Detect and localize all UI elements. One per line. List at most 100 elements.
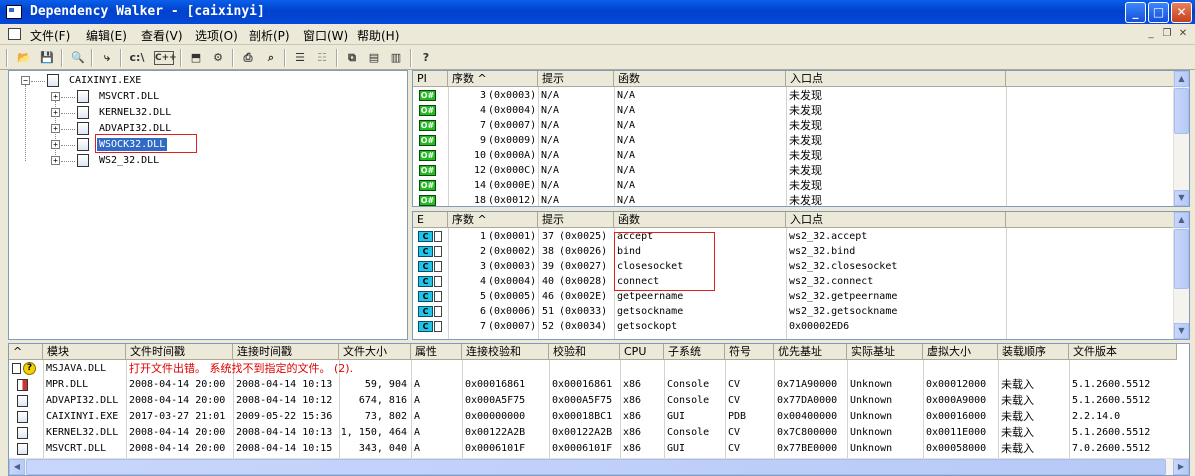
module-row[interactable]: MSVCRT.DLL 2008-04-14 20:00 2008-04-14 10:… [9,441,1177,457]
export-row[interactable]: C 4 (0x0004) 40 (0x0028) connect ws2_32.connec… [413,274,1175,289]
imports-scrollbar[interactable]: ▲ ▼ [1173,71,1189,206]
module-col-header[interactable]: 文件版本 [1069,344,1177,360]
module-col-header[interactable]: 优先基址 [774,344,847,360]
imports-pane[interactable]: PI 序数 ^ 提示 函数 入口点 O# 3 (0x0003) N/A N/A 未发现 O#… [412,70,1190,207]
module-col-header[interactable]: 属性 [411,344,462,360]
properties-icon[interactable]: ☷ [312,48,332,68]
export-row[interactable]: C 2 (0x0002) 38 (0x0026) bind ws2_32.bind [413,244,1175,259]
menu-profile[interactable]: 剖析(P) [249,27,290,44]
module-row[interactable]: KERNEL32.DLL 2008-04-14 20:00 2008-04-14 1… [9,425,1177,441]
close-button[interactable]: ✕ [1171,2,1192,23]
tree-root[interactable]: − CAIXINYI.EXE [9,73,399,89]
export-row[interactable]: C 3 (0x0003) 39 (0x0027) closesocket ws2_32.cl… [413,259,1175,274]
minimize-button[interactable]: _ [1125,2,1146,23]
module-col-header[interactable]: 文件时间戳 [126,344,233,360]
scroll-thumb[interactable] [1174,229,1189,289]
col-header-entry[interactable]: 入口点 [786,71,1006,87]
import-row[interactable]: O# 10 (0x000A) N/A N/A 未发现 [413,148,1175,163]
export-row[interactable]: C 5 (0x0005) 46 (0x002E) getpeername ws2_32.ge… [413,289,1175,304]
col-header-pi[interactable]: PI [413,71,448,87]
col-header-e[interactable]: E [413,212,448,228]
menu-view[interactable]: 查看(V) [141,27,183,44]
mdi-minimize-icon[interactable]: _ [1144,27,1158,41]
open-icon[interactable]: 📂 [14,48,34,68]
expand-icon[interactable]: + [51,156,60,165]
tree-item-advapi32[interactable]: + ADVAPI32.DLL [9,121,399,137]
print-icon[interactable]: ⎙ [238,48,258,68]
module-col-header[interactable]: 虚拟大小 [923,344,998,360]
list-icon[interactable]: ☰ [290,48,310,68]
import-row[interactable]: O# 3 (0x0003) N/A N/A 未发现 [413,88,1175,103]
tree-item-wsock32[interactable]: + WSOCK32.DLL [9,137,399,153]
expand-icon[interactable]: + [51,140,60,149]
export-row[interactable]: C 7 (0x0007) 52 (0x0034) getsockopt 0x00002ED6 [413,319,1175,334]
scroll-up-icon[interactable]: ▲ [1174,71,1189,87]
import-row[interactable]: O# 12 (0x000C) N/A N/A 未发现 [413,163,1175,178]
export-row[interactable]: C 6 (0x0006) 51 (0x0033) getsockname ws2_32.ge… [413,304,1175,319]
tile-v-icon[interactable]: ▥ [386,48,406,68]
save-icon[interactable]: 💾 [37,48,57,68]
help-icon[interactable]: ? [416,48,436,68]
menu-file[interactable]: 文件(F) [30,27,70,44]
exports-pane[interactable]: E 序数 ^ 提示 函数 入口点 C 1 (0x0001) 37 (0x0025) acc… [412,211,1190,340]
expand-icon[interactable]: + [51,92,60,101]
scroll-up-icon[interactable]: ▲ [1174,212,1189,228]
cpp-icon[interactable]: C++ [154,51,177,65]
import-row[interactable]: O# 7 (0x0007) N/A N/A 未发现 [413,118,1175,133]
col-header-entry[interactable]: 入口点 [786,212,1006,228]
module-col-header[interactable]: 模块 [43,344,126,360]
title-bar[interactable]: Dependency Walker - [caixinyi] _ □ ✕ [0,0,1195,24]
tile-h-icon[interactable]: ▤ [364,48,384,68]
col-header-ordinal[interactable]: 序数 ^ [448,212,538,228]
mdi-close-icon[interactable]: ✕ [1176,27,1190,41]
module-col-header[interactable]: 校验和 [549,344,620,360]
module-col-header[interactable]: 符号 [725,344,774,360]
module-row[interactable]: MPR.DLL 2008-04-14 20:00 2008-04-14 10:13 5… [9,377,1177,393]
scroll-down-icon[interactable]: ▼ [1174,323,1189,339]
expand-icon[interactable]: + [51,124,60,133]
import-row[interactable]: O# 4 (0x0004) N/A N/A 未发现 [413,103,1175,118]
module-tree-pane[interactable]: − CAIXINYI.EXE + MSVCRT.DLL + KERNEL32.D… [8,70,408,340]
preview-icon[interactable]: ⌕ [261,48,281,68]
module-col-header[interactable]: ^ [9,344,43,360]
col-header-ordinal[interactable]: 序数 ^ [448,71,538,87]
module-row[interactable]: ADVAPI32.DLL 2008-04-14 20:00 2008-04-14 1… [9,393,1177,409]
tree-item-ws2-32[interactable]: + WS2_32.DLL [9,153,399,169]
maximize-button[interactable]: □ [1148,2,1169,23]
find-icon[interactable]: 🔍 [68,48,88,68]
export-row[interactable]: C 1 (0x0001) 37 (0x0025) accept ws2_32.accept [413,229,1175,244]
menu-help[interactable]: 帮助(H) [357,27,399,44]
cascade-icon[interactable]: ⧉ [342,48,362,68]
scroll-left-icon[interactable]: ◀ [9,459,25,475]
col-header-function[interactable]: 函数 [614,71,786,87]
menu-options[interactable]: 选项(O) [195,27,238,44]
module-col-header[interactable]: 文件大小 [339,344,411,360]
module-tree-icon[interactable]: ⤷ [97,48,117,68]
module-col-header[interactable]: 实际基址 [847,344,923,360]
exports-scrollbar[interactable]: ▲ ▼ [1173,212,1189,339]
module-col-header[interactable]: 连接时间戳 [233,344,339,360]
scroll-down-icon[interactable]: ▼ [1174,190,1189,206]
scroll-right-icon[interactable]: ▶ [1173,459,1189,475]
expand-icon[interactable]: + [51,108,60,117]
col-header-hint[interactable]: 提示 [538,212,614,228]
module-row[interactable]: CAIXINYI.EXE 2017-03-27 21:01 2009-05-22 1… [9,409,1177,425]
module-list-pane[interactable]: ^ 模块 文件时间戳 连接时间戳 文件大小 属性 连接校验和 校验和 CPU 子系统 符号 优先基址实… [8,343,1190,476]
module-col-header[interactable]: 子系统 [664,344,725,360]
collapse-icon[interactable]: − [21,76,30,85]
module-list-hscrollbar[interactable]: ◀ ▶ [9,458,1189,475]
mdi-restore-icon[interactable]: ❐ [1160,27,1174,41]
scroll-thumb[interactable] [26,459,1166,475]
menu-edit[interactable]: 编辑(E) [86,27,127,44]
module-row-error[interactable]: ? MSJAVA.DLL 打开文件出错。 系统找不到指定的文件。 (2). [9,361,1177,377]
import-row[interactable]: O# 14 (0x000E) N/A N/A 未发现 [413,178,1175,193]
col-header-function[interactable]: 函数 [614,212,786,228]
menu-window[interactable]: 窗口(W) [303,27,348,44]
view-icon[interactable]: ⬒ [186,48,206,68]
c-path-icon[interactable]: c:\ [127,48,147,68]
document-icon[interactable] [8,28,21,40]
import-row[interactable]: O# 18 (0x0012) N/A N/A 未发现 [413,193,1175,206]
module-col-header[interactable]: 连接校验和 [462,344,549,360]
col-header-hint[interactable]: 提示 [538,71,614,87]
import-row[interactable]: O# 9 (0x0009) N/A N/A 未发现 [413,133,1175,148]
